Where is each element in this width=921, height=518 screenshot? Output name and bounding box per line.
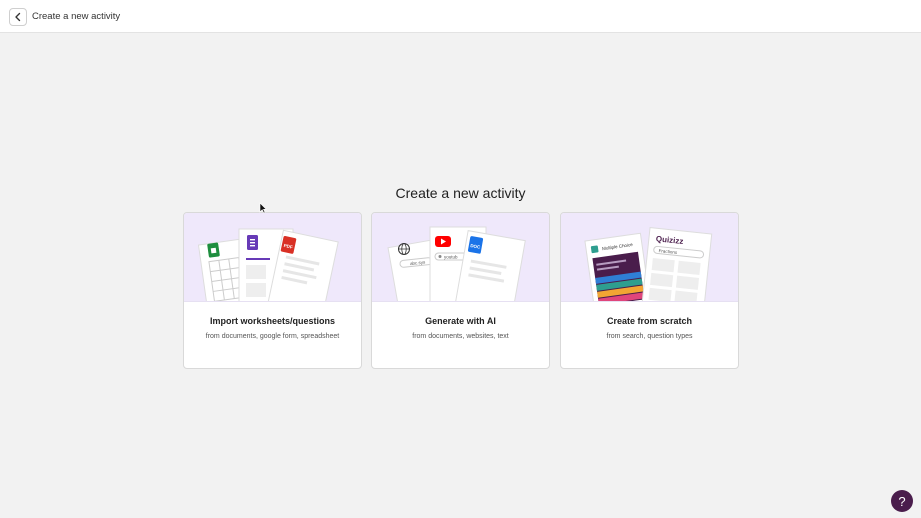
- back-button[interactable]: [9, 8, 27, 26]
- card-subtitle: from documents, google form, spreadsheet: [205, 333, 340, 340]
- scratch-illustration: Multiple Choice Quizizz Fractions: [561, 213, 738, 302]
- youtube-snippet: youtub: [444, 255, 458, 260]
- sheets-icon: [207, 242, 220, 258]
- create-from-scratch-card[interactable]: Multiple Choice Quizizz Fractions Create…: [560, 212, 739, 369]
- import-worksheets-card[interactable]: PDF Import worksheets/questions from doc…: [183, 212, 362, 369]
- card-subtitle: from search, question types: [606, 333, 693, 340]
- top-bar: Create a new activity: [0, 0, 921, 33]
- forms-icon: [247, 235, 258, 250]
- page-title: Create a new activity: [32, 11, 121, 22]
- card-title: Generate with AI: [425, 316, 496, 326]
- help-button[interactable]: ?: [891, 490, 913, 512]
- import-illustration: PDF: [184, 213, 361, 302]
- generate-with-ai-card[interactable]: abc.sys youtub DOC Generate with AI from…: [371, 212, 550, 369]
- doc-icon: DOC: [467, 236, 484, 254]
- ai-illustration: abc.sys youtub DOC: [372, 213, 549, 302]
- main-heading: Create a new activity: [395, 185, 526, 201]
- card-subtitle: from documents, websites, text: [412, 333, 509, 340]
- chevron-left-icon: [15, 12, 21, 22]
- card-title: Import worksheets/questions: [209, 316, 336, 326]
- mouse-pointer-icon: [259, 202, 267, 214]
- youtube-icon: [435, 236, 451, 247]
- card-title: Create from scratch: [606, 316, 693, 326]
